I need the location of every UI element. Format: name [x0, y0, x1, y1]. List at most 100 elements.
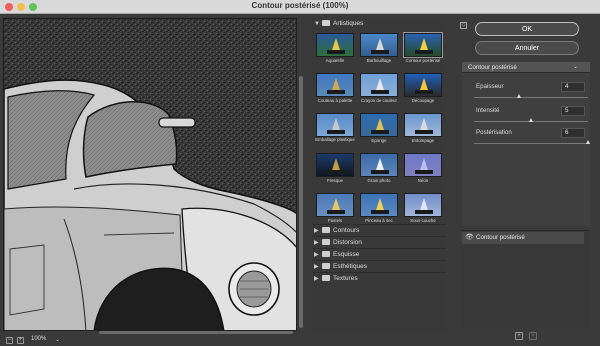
filter-thumbnail-label: Aquarelle — [325, 58, 345, 63]
collapse-icon[interactable]: ◇ — [460, 22, 467, 29]
filter-settings: Contour postérisé ⌄ Epaisseur 4 Intensité 5… — [462, 62, 590, 226]
param-slider-handle[interactable] — [528, 118, 533, 122]
filter-thumbnail-item[interactable]: Barbouillage — [357, 30, 401, 70]
filter-thumbnail-image — [360, 113, 398, 137]
filter-thumbnail-image — [360, 193, 398, 217]
settings-panel: ◇ OK Annuler Contour postérisé ⌄ Epaisse… — [453, 18, 600, 346]
filter-thumbnail-item[interactable]: Eponge — [357, 110, 401, 150]
filter-thumbnail-label: Pinceau à sec — [365, 218, 393, 223]
category-artistiques[interactable]: ▼ Artistiques — [312, 18, 446, 30]
horizontal-scroll-thumb[interactable] — [99, 331, 293, 334]
param-value-input[interactable]: 4 — [561, 82, 585, 92]
filter-thumbnail-item[interactable]: Néon — [401, 150, 445, 190]
param-label: Intensité — [476, 107, 500, 114]
filter-category-item[interactable]: ▶ Textures — [312, 272, 446, 284]
filter-thumbnail-label: Découpage — [411, 98, 435, 103]
filter-thumbnail-label: Pastels — [327, 218, 343, 223]
filter-select-value: Contour postérisé — [468, 64, 517, 71]
filter-thumbnail-image — [316, 193, 354, 217]
filter-thumbnail-item[interactable]: Crayon de couleur — [357, 70, 401, 110]
car-preview-image — [4, 19, 296, 330]
filter-thumbnail-label: Néon — [417, 178, 429, 183]
filter-category-item[interactable]: ▶ Distorsion — [312, 236, 446, 248]
collapsed-triangle-icon: ▶ — [314, 276, 319, 282]
filter-thumbnail-label: Eponge — [371, 138, 387, 143]
window-title: Contour postérisé (100%) — [251, 1, 349, 10]
param-value-input[interactable]: 5 — [561, 106, 585, 116]
filter-thumbnail-image — [404, 153, 442, 177]
filter-thumbnail-image — [316, 73, 354, 97]
param-slider-track[interactable] — [474, 97, 588, 98]
filter-thumbnail-label: Barbouillage — [366, 58, 392, 63]
eye-icon[interactable]: 👁 — [465, 232, 474, 244]
filter-category-list: ▶ Contours ▶ Distorsion ▶ Esquisse ▶ Esthétique… — [312, 224, 446, 284]
folder-icon — [322, 262, 330, 269]
effect-layer-row[interactable]: 👁 Contour postérisé — [462, 232, 584, 244]
filter-category-item[interactable]: ▶ Esquisse — [312, 248, 446, 260]
filter-category-label: Contours — [333, 227, 360, 234]
collapsed-triangle-icon: ▶ — [314, 240, 319, 246]
filter-thumbnail-image — [404, 73, 442, 97]
filter-thumbnail-item[interactable]: Contour postérisé — [401, 30, 445, 70]
vertical-scroll-thumb[interactable] — [299, 76, 303, 328]
ok-button[interactable]: OK — [475, 22, 579, 36]
param-slider-track[interactable] — [474, 143, 588, 144]
filter-thumbnail-item[interactable]: Aquarelle — [313, 30, 357, 70]
filter-thumbnail-item[interactable]: Fresque — [313, 150, 357, 190]
filter-category-label: Distorsion — [333, 239, 362, 246]
filter-thumbnail-item[interactable]: Découpage — [401, 70, 445, 110]
filter-thumbnail-image — [316, 113, 354, 137]
filter-thumbnail-image — [316, 153, 354, 177]
folder-icon — [322, 19, 330, 26]
filter-thumbnail-image — [403, 32, 443, 58]
param-slider-handle[interactable] — [585, 140, 590, 144]
category-label: Artistiques — [333, 20, 364, 27]
preview-vertical-scrollbar[interactable] — [298, 18, 304, 331]
title-bar: Contour postérisé (100%) — [0, 0, 600, 14]
zoom-level: 100% — [31, 336, 47, 342]
zoom-out-button[interactable]: − — [6, 337, 13, 344]
filter-thumbnail-label: Grain photo — [367, 178, 391, 183]
param-value-input[interactable]: 6 — [561, 128, 585, 138]
image-preview[interactable] — [3, 18, 297, 331]
filter-thumbnail-item[interactable]: Emballage plastique — [313, 110, 357, 150]
cancel-button[interactable]: Annuler — [475, 41, 579, 55]
filter-select[interactable]: Contour postérisé ⌄ — [462, 62, 590, 73]
filter-thumbnail-item[interactable]: Estompage — [401, 110, 445, 150]
folder-icon — [322, 250, 330, 257]
filter-thumbnail-item[interactable]: Grain photo — [357, 150, 401, 190]
filter-category-item[interactable]: ▶ Contours — [312, 224, 446, 236]
filter-category-item[interactable]: ▶ Esthétiques — [312, 260, 446, 272]
new-effect-layer-icon[interactable]: + — [515, 332, 523, 340]
effect-layers-panel: 👁 Contour postérisé — [462, 230, 590, 328]
filter-thumbnail-image — [360, 33, 398, 57]
param-label: Epaisseur — [476, 83, 504, 90]
filter-category-label: Esthétiques — [333, 263, 367, 270]
filter-thumbnail-label: Estompage — [411, 138, 435, 143]
folder-icon — [322, 226, 330, 233]
expanded-triangle-icon: ▼ — [314, 21, 320, 27]
effect-layer-label: Contour postérisé — [476, 234, 525, 241]
filter-gallery: ▼ Artistiques Aquarelle Barbouillage Contou… — [312, 18, 446, 331]
param-label: Postérisation — [476, 129, 512, 136]
collapsed-triangle-icon: ▶ — [314, 228, 319, 234]
collapsed-triangle-icon: ▶ — [314, 252, 319, 258]
folder-icon — [322, 274, 330, 281]
filter-thumbnail-label: Couteau à palette — [317, 98, 353, 103]
filter-category-label: Esquisse — [333, 251, 360, 258]
preview-status-bar: − + 100% ⌄ — [0, 335, 305, 346]
filter-thumbnail-grid: Aquarelle Barbouillage Contour postérisé Co… — [312, 30, 446, 230]
zoom-in-button[interactable]: + — [17, 337, 24, 344]
filter-thumbnail-label: Emballage plastique — [315, 137, 355, 142]
param-slider-handle[interactable] — [517, 94, 522, 98]
folder-icon — [322, 238, 330, 245]
filter-thumbnail-label: Sous-couche — [410, 218, 436, 223]
filter-thumbnail-image — [360, 73, 398, 97]
chevron-down-icon: ⌄ — [572, 64, 578, 70]
zoom-menu-chevron-icon[interactable]: ⌄ — [55, 336, 60, 343]
delete-effect-layer-icon[interactable]: × — [529, 332, 537, 340]
filter-thumbnail-image — [360, 153, 398, 177]
collapsed-triangle-icon: ▶ — [314, 264, 319, 270]
filter-thumbnail-item[interactable]: Couteau à palette — [313, 70, 357, 110]
filter-thumbnail-label: Contour postérisé — [405, 58, 441, 63]
